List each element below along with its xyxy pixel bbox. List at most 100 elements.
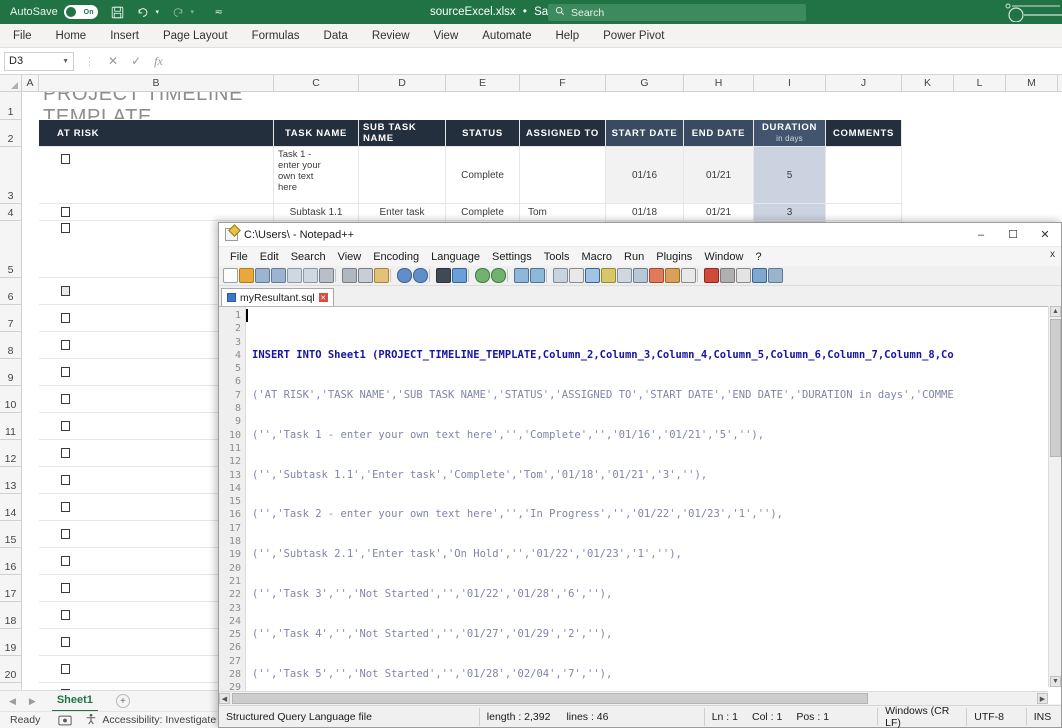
cell-a8[interactable] xyxy=(22,332,39,359)
column-header-a[interactable]: A xyxy=(22,75,39,91)
editor-horizontal-scrollbar[interactable]: ◀ ▶ xyxy=(219,691,1048,704)
open-file-icon[interactable] xyxy=(239,268,254,283)
cell-g1[interactable] xyxy=(606,92,684,120)
at-risk-checkbox-row16[interactable] xyxy=(61,556,70,566)
menu-settings[interactable]: Settings xyxy=(486,251,538,263)
autosave-toggle[interactable]: On xyxy=(64,5,98,19)
at-risk-checkbox-row8[interactable] xyxy=(61,340,70,350)
menu-file[interactable]: File xyxy=(224,251,254,263)
save-icon[interactable] xyxy=(255,268,270,283)
row-header-6[interactable]: 6 xyxy=(0,278,22,305)
row-header-12[interactable]: 12 xyxy=(0,440,22,467)
column-header-f[interactable]: F xyxy=(520,75,606,91)
zoom-in-icon[interactable] xyxy=(475,268,490,283)
menu-view[interactable]: View xyxy=(332,251,368,263)
save-icon[interactable] xyxy=(110,4,126,20)
minimize-button[interactable]: – xyxy=(965,223,997,247)
table-header-start-date[interactable]: START DATE xyxy=(606,120,684,147)
row-header-20[interactable]: 20 xyxy=(0,656,22,683)
ribbon-tab-page-layout[interactable]: Page Layout xyxy=(151,24,240,48)
menu-encoding[interactable]: Encoding xyxy=(367,251,425,263)
search-input[interactable]: Search xyxy=(548,4,806,21)
cell-i1[interactable] xyxy=(754,92,826,120)
cell-a4[interactable] xyxy=(22,204,39,221)
at-risk-checkbox-row13[interactable] xyxy=(61,475,70,485)
monitoring-icon[interactable] xyxy=(665,268,680,283)
ribbon-tab-power-pivot[interactable]: Power Pivot xyxy=(591,24,676,48)
prev-sheet-icon[interactable]: ◀ xyxy=(9,696,16,707)
confirm-check-icon[interactable]: ✓ xyxy=(131,54,141,68)
cell-a11[interactable] xyxy=(22,413,39,440)
cell-a12[interactable] xyxy=(22,440,39,467)
next-sheet-icon[interactable]: ▶ xyxy=(29,696,36,707)
undo-icon[interactable] xyxy=(397,268,412,283)
cell-i3-duration[interactable]: 5 xyxy=(754,147,826,204)
cell-f1[interactable] xyxy=(520,92,606,120)
horizontal-scroll-thumb[interactable] xyxy=(232,693,868,704)
close-all-icon[interactable] xyxy=(303,268,318,283)
column-header-d[interactable]: D xyxy=(359,75,446,91)
cell-l4[interactable] xyxy=(954,204,1006,221)
at-risk-checkbox-row4[interactable] xyxy=(61,207,70,217)
at-risk-checkbox-row18[interactable] xyxy=(61,610,70,620)
row-header-5[interactable]: 5 xyxy=(0,221,22,278)
fx-icon[interactable]: fx xyxy=(154,54,163,69)
menu-plugins[interactable]: Plugins xyxy=(650,251,698,263)
cell-a17[interactable] xyxy=(22,575,39,602)
column-header-g[interactable]: G xyxy=(606,75,684,91)
cell-a7[interactable] xyxy=(22,305,39,332)
folder-as-workspace-icon[interactable] xyxy=(649,268,664,283)
tab-close-icon[interactable]: ✕ xyxy=(319,293,328,302)
cell-i4-duration[interactable]: 3 xyxy=(754,204,826,221)
cell-b4-at-risk-checkbox[interactable] xyxy=(39,204,274,221)
customize-quick-access-icon[interactable]: ≂ xyxy=(211,4,227,20)
cell-c4-task-name[interactable]: Subtask 1.1 xyxy=(274,204,359,221)
at-risk-checkbox-row11[interactable] xyxy=(61,421,70,431)
row-header-11[interactable]: 11 xyxy=(0,413,22,440)
editor-vertical-scrollbar[interactable]: ▲ ▼ xyxy=(1048,306,1061,687)
code-text-area[interactable]: INSERT INTO Sheet1 (PROJECT_TIMELINE_TEM… xyxy=(246,307,1061,704)
notepadpp-window[interactable]: C:\Users\ - Notepad++ – ☐ ✕ x File Edit … xyxy=(218,222,1062,728)
menu-window[interactable]: Window xyxy=(698,251,749,263)
row-header-14[interactable]: 14 xyxy=(0,494,22,521)
vertical-scroll-thumb[interactable] xyxy=(1050,319,1061,457)
replace-icon[interactable] xyxy=(452,268,467,283)
at-risk-checkbox-row19[interactable] xyxy=(61,637,70,647)
cancel-x-icon[interactable]: ✕ xyxy=(108,54,118,68)
accessibility-status[interactable]: Accessibility: Investigate xyxy=(85,713,216,728)
cell-e3-status[interactable]: Complete xyxy=(446,147,520,204)
menu-help[interactable]: ? xyxy=(749,251,767,263)
row-header-4[interactable]: 4 xyxy=(0,204,22,221)
table-header-end-date[interactable]: END DATE xyxy=(684,120,754,147)
table-header-assigned-to[interactable]: ASSIGNED TO xyxy=(520,120,606,147)
document-filename[interactable]: sourceExcel.xlsx xyxy=(430,6,516,18)
ribbon-tab-review[interactable]: Review xyxy=(360,24,422,48)
column-header-b[interactable]: B xyxy=(39,75,274,91)
name-box[interactable]: D3 ▼ xyxy=(4,52,74,71)
cell-g4-start-date[interactable]: 01/18 xyxy=(606,204,684,221)
redo-icon[interactable] xyxy=(170,4,186,20)
ribbon-tab-view[interactable]: View xyxy=(422,24,471,48)
row-header-1[interactable]: 1 xyxy=(0,92,22,120)
indent-guideline-icon[interactable] xyxy=(585,268,600,283)
table-header-comments[interactable]: COMMENTS xyxy=(826,120,902,147)
cell-a3[interactable] xyxy=(22,147,39,204)
copy-icon[interactable] xyxy=(358,268,373,283)
cell-l3[interactable] xyxy=(954,147,1006,204)
ribbon-tab-automate[interactable]: Automate xyxy=(470,24,543,48)
notepadpp-title-bar[interactable]: C:\Users\ - Notepad++ – ☐ ✕ xyxy=(219,223,1061,247)
menu-tools[interactable]: Tools xyxy=(538,251,576,263)
cell-m3[interactable] xyxy=(1006,147,1058,204)
run-dialog-icon[interactable] xyxy=(768,268,783,283)
menu-language[interactable]: Language xyxy=(425,251,486,263)
ribbon-tab-file[interactable]: File xyxy=(0,24,44,48)
at-risk-checkbox-row12[interactable] xyxy=(61,448,70,458)
code-editor[interactable]: 1 2 3 4 5 6 7 8 9 10 11 12 13 14 15 16 1… xyxy=(219,306,1061,704)
cell-a18[interactable] xyxy=(22,602,39,629)
function-list-icon[interactable] xyxy=(633,268,648,283)
table-header-task-name[interactable]: TASK NAME xyxy=(274,120,359,147)
cell-a14[interactable] xyxy=(22,494,39,521)
row-header-19[interactable]: 19 xyxy=(0,629,22,656)
cell-a19[interactable] xyxy=(22,629,39,656)
cell-c1[interactable] xyxy=(274,92,359,120)
